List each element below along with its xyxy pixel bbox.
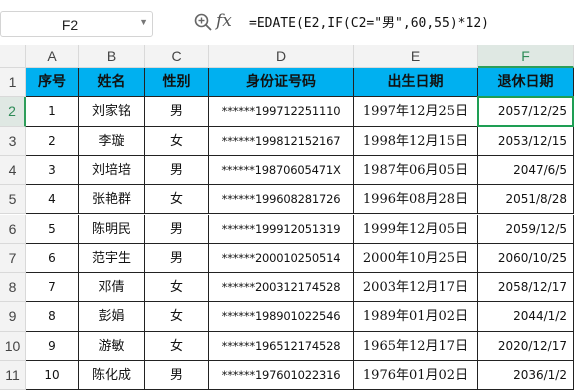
row-header-7[interactable]: 7	[0, 243, 26, 274]
table-cell[interactable]: 1997年12月25日	[354, 97, 478, 127]
formula-bar: F2 ▼ fx =EDATE(E2,IF(C2="男",60,55)*12)	[0, 0, 588, 44]
table-cell[interactable]: 2053/12/15	[478, 126, 574, 156]
column-header-c[interactable]: C	[145, 45, 209, 68]
table-cell[interactable]: 2	[26, 126, 79, 156]
table-cell[interactable]: 2057/12/25	[478, 97, 574, 127]
table-cell[interactable]: 陈明民	[79, 214, 145, 244]
table-cell[interactable]: 女	[145, 273, 209, 303]
table-header-cell[interactable]: 出生日期	[354, 68, 478, 98]
formula-input[interactable]: =EDATE(E2,IF(C2="男",60,55)*12)	[249, 11, 489, 37]
table-cell[interactable]: 2060/10/25	[478, 243, 574, 274]
table-cell[interactable]: 男	[145, 155, 209, 186]
table-header-cell[interactable]: 姓名	[79, 68, 145, 98]
table-cell[interactable]: 1999年12月05日	[354, 214, 478, 244]
table-cell[interactable]: 1996年08月28日	[354, 185, 478, 215]
table-cell[interactable]: ******200010250514	[209, 243, 354, 274]
table-cell[interactable]: 1989年01月02日	[354, 302, 478, 332]
table-cell[interactable]: ******196512174528	[209, 331, 354, 361]
table-cell[interactable]: ******197601022316	[209, 361, 354, 390]
table-cell[interactable]: 男	[145, 361, 209, 390]
table-cell[interactable]: ******198901022546	[209, 302, 354, 332]
table-cell[interactable]: 4	[26, 185, 79, 215]
table-cell[interactable]: 10	[26, 361, 79, 390]
table-cell[interactable]: 彭娟	[79, 302, 145, 332]
table-cell[interactable]: 1998年12月15日	[354, 126, 478, 156]
table-cell[interactable]: 刘家铭	[79, 97, 145, 127]
table-cell[interactable]: 8	[26, 302, 79, 332]
table-cell[interactable]: 1965年12月17日	[354, 331, 478, 361]
table-cell[interactable]: 2047/6/5	[478, 155, 574, 186]
row-header-10[interactable]: 10	[0, 331, 26, 361]
column-header-d[interactable]: D	[209, 45, 354, 68]
row-header-4[interactable]: 4	[0, 155, 26, 186]
column-header-a[interactable]: A	[26, 45, 79, 68]
table-cell[interactable]: 2000年10月25日	[354, 243, 478, 274]
table-cell[interactable]: 2058/12/17	[478, 273, 574, 303]
name-box-value: F2	[61, 17, 79, 33]
table-cell[interactable]: 1987年06月05日	[354, 155, 478, 186]
zoom-in-icon[interactable]	[193, 12, 213, 32]
table-cell[interactable]: 2059/12/5	[478, 214, 574, 244]
table-cell[interactable]: ******199608281726	[209, 185, 354, 215]
table-cell[interactable]: ******200312174528	[209, 273, 354, 303]
row-header-11[interactable]: 11	[0, 361, 26, 390]
table-cell[interactable]: 刘培培	[79, 155, 145, 186]
table-cell[interactable]: 男	[145, 243, 209, 274]
table-cell[interactable]: 5	[26, 214, 79, 244]
table-header-cell[interactable]: 序号	[26, 68, 79, 98]
table-cell[interactable]: 1976年01月02日	[354, 361, 478, 390]
row-header-8[interactable]: 8	[0, 273, 26, 303]
table-cell[interactable]: 6	[26, 243, 79, 274]
table-cell[interactable]: 2051/8/28	[478, 185, 574, 215]
table-cell[interactable]: 2020/12/17	[478, 331, 574, 361]
table-cell[interactable]: 游敏	[79, 331, 145, 361]
table-cell[interactable]: 2036/1/2	[478, 361, 574, 390]
row-header-3[interactable]: 3	[0, 126, 26, 156]
table-cell[interactable]: 邓倩	[79, 273, 145, 303]
table-cell[interactable]: 女	[145, 126, 209, 156]
table-cell[interactable]: 李璇	[79, 126, 145, 156]
table-cell[interactable]: 7	[26, 273, 79, 303]
table-cell[interactable]: 女	[145, 302, 209, 332]
table-cell[interactable]: 张艳群	[79, 185, 145, 215]
table-cell[interactable]: ******199912051319	[209, 214, 354, 244]
fx-icon[interactable]: fx	[216, 11, 232, 31]
table-cell[interactable]: 女	[145, 185, 209, 215]
table-header-cell[interactable]: 身份证号码	[209, 68, 354, 98]
column-header-f[interactable]: F	[478, 45, 574, 68]
table-cell[interactable]: 范宇生	[79, 243, 145, 274]
table-cell[interactable]: 3	[26, 155, 79, 186]
table-cell[interactable]: ******199812152167	[209, 126, 354, 156]
table-cell[interactable]: ******199712251110	[209, 97, 354, 127]
table-cell[interactable]: 男	[145, 97, 209, 127]
row-header-5[interactable]: 5	[0, 185, 26, 215]
table-cell[interactable]: 2003年12月17日	[354, 273, 478, 303]
table-cell[interactable]: 2044/1/2	[478, 302, 574, 332]
table-header-cell[interactable]: 性别	[145, 68, 209, 98]
chevron-down-icon[interactable]: ▼	[139, 17, 148, 27]
table-cell[interactable]: 陈化成	[79, 361, 145, 390]
table-cell[interactable]: ******19870605471X	[209, 155, 354, 186]
table-cell[interactable]: 女	[145, 331, 209, 361]
column-header-b[interactable]: B	[79, 45, 145, 68]
row-header-9[interactable]: 9	[0, 302, 26, 332]
row-header-6[interactable]: 6	[0, 214, 26, 244]
table-cell[interactable]: 男	[145, 214, 209, 244]
select-all-corner[interactable]	[0, 45, 26, 68]
row-header-2[interactable]: 2	[0, 97, 26, 127]
row-header-1[interactable]: 1	[0, 68, 26, 98]
table-header-cell[interactable]: 退休日期	[478, 68, 574, 98]
column-header-e[interactable]: E	[354, 45, 478, 68]
name-box[interactable]: F2 ▼	[0, 11, 153, 37]
table-cell[interactable]: 1	[26, 97, 79, 127]
table-cell[interactable]: 9	[26, 331, 79, 361]
